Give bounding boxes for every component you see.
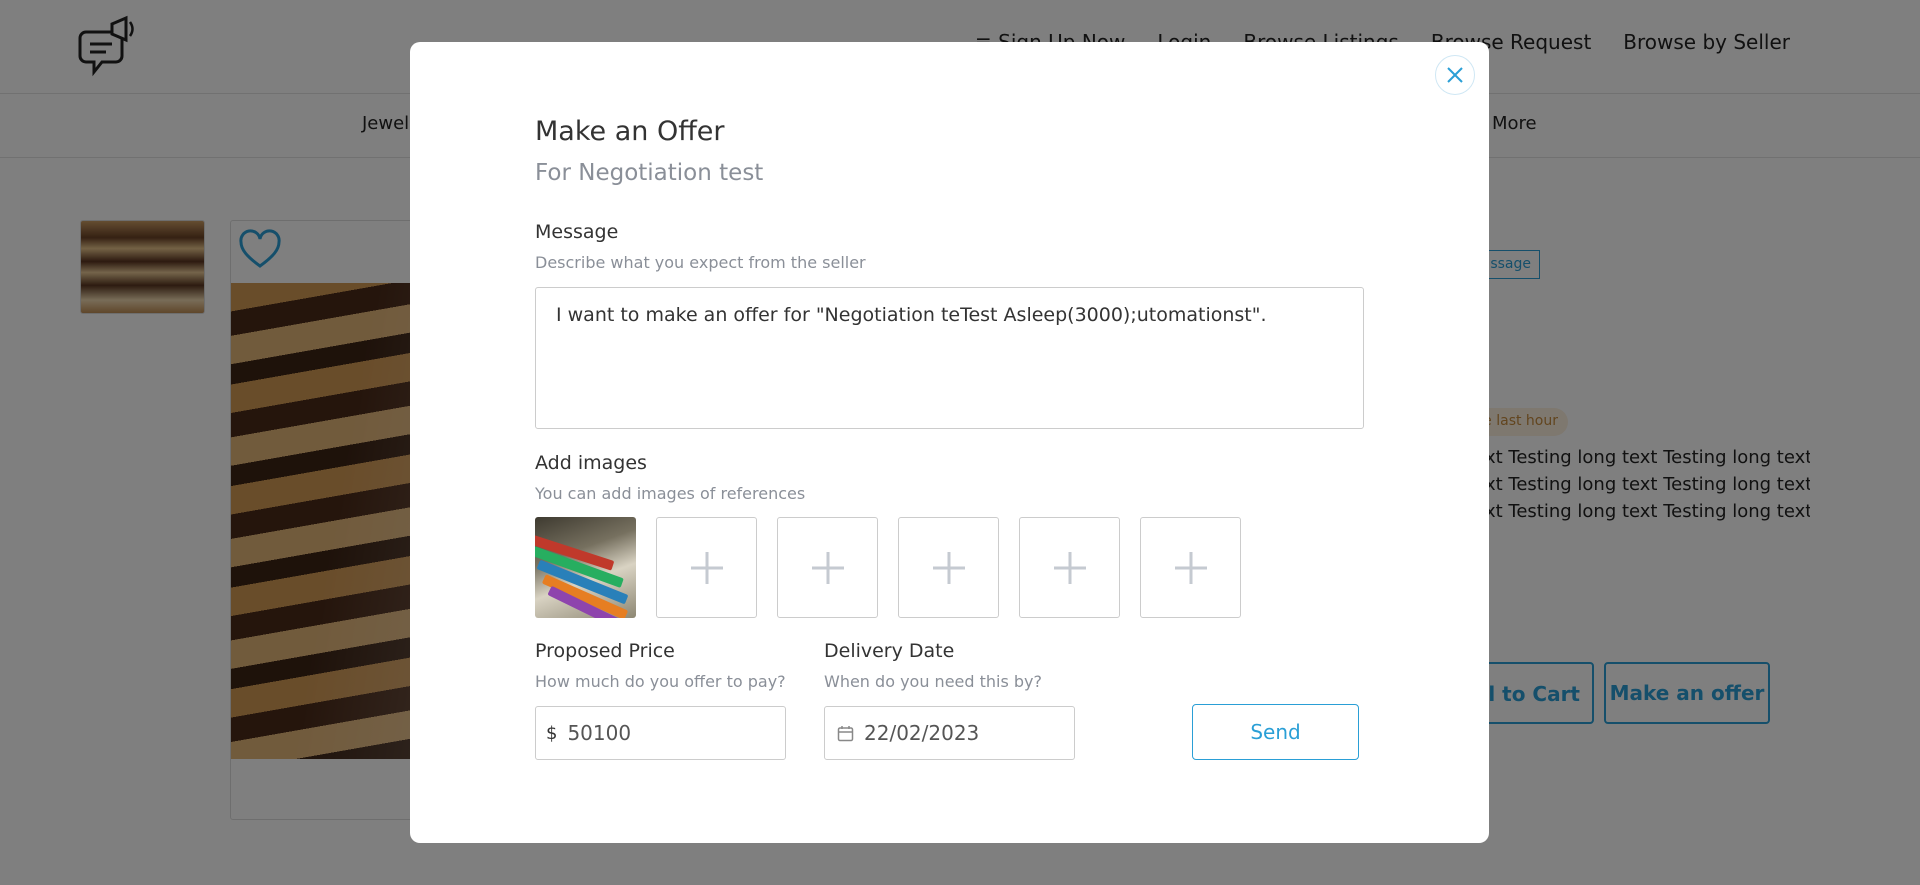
- add-image-slot[interactable]: [1140, 517, 1241, 618]
- add-image-slot[interactable]: [898, 517, 999, 618]
- delivery-date-label: Delivery Date: [824, 640, 955, 662]
- proposed-price-hint: How much do you offer to pay?: [535, 672, 786, 691]
- currency-symbol: $: [546, 722, 558, 744]
- delivery-date-field[interactable]: 22/02/2023: [824, 706, 1075, 760]
- plus-icon: [1174, 551, 1207, 584]
- plus-icon: [690, 551, 723, 584]
- add-image-slot[interactable]: [656, 517, 757, 618]
- message-hint: Describe what you expect from the seller: [535, 253, 866, 272]
- proposed-price-label: Proposed Price: [535, 640, 675, 662]
- proposed-price-field[interactable]: $ 50100: [535, 706, 786, 760]
- plus-icon: [811, 551, 844, 584]
- message-label: Message: [535, 221, 619, 243]
- add-images-hint: You can add images of references: [535, 484, 806, 503]
- add-image-slot[interactable]: [777, 517, 878, 618]
- plus-icon: [1053, 551, 1086, 584]
- close-icon: [1447, 67, 1463, 83]
- delivery-date-hint: When do you need this by?: [824, 672, 1043, 691]
- message-textarea[interactable]: I want to make an offer for "Negotiation…: [535, 287, 1364, 429]
- close-button[interactable]: [1435, 55, 1475, 95]
- uploaded-image-thumbnail[interactable]: [535, 517, 636, 618]
- modal-subtitle: For Negotiation test: [535, 160, 764, 186]
- plus-icon: [932, 551, 965, 584]
- send-button[interactable]: Send: [1192, 704, 1359, 760]
- proposed-price-value[interactable]: 50100: [567, 721, 631, 745]
- add-image-slot[interactable]: [1019, 517, 1120, 618]
- modal-title: Make an Offer: [535, 116, 725, 147]
- delivery-date-value[interactable]: 22/02/2023: [864, 721, 979, 745]
- calendar-icon: [837, 725, 854, 741]
- add-images-label: Add images: [535, 452, 647, 474]
